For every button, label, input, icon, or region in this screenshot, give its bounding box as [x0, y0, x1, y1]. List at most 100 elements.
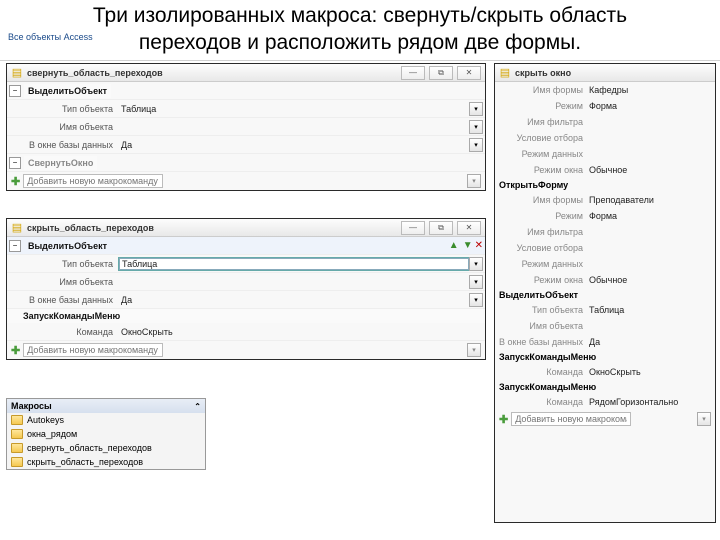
property-row: Режим окнаОбычное [495, 272, 715, 288]
field-label: Режим данных [497, 147, 589, 161]
property-row: Имя фильтра [495, 114, 715, 130]
macro-icon [11, 457, 23, 467]
minimize-button[interactable]: — [401, 66, 425, 80]
property-row: РежимФорма [495, 208, 715, 224]
dropdown-icon[interactable]: ▾ [469, 293, 483, 307]
add-input[interactable] [23, 174, 163, 188]
dropdown-icon[interactable]: ▾ [469, 275, 483, 289]
property-row: РежимФорма [495, 98, 715, 114]
field-value[interactable]: Форма [589, 209, 617, 223]
dropdown-icon[interactable]: ▾ [469, 257, 483, 271]
property-row: Имя фильтра [495, 224, 715, 240]
panel3-header[interactable]: ▤ скрыть окно [495, 64, 715, 82]
field-value[interactable]: Кафедры [589, 83, 628, 97]
add-command[interactable]: ✚▾ [7, 341, 485, 359]
panel3-title: скрыть окно [515, 68, 711, 78]
delete-icon[interactable]: ✕ [475, 240, 483, 251]
nav-item[interactable]: свернуть_область_переходов [7, 441, 205, 455]
close-button[interactable]: ✕ [457, 221, 481, 235]
field-value[interactable]: Таблица [589, 303, 624, 317]
nav-item-label: свернуть_область_переходов [27, 443, 152, 453]
property-row: Режим данных [495, 256, 715, 272]
field-value[interactable]: Таблица [119, 104, 469, 114]
move-up-icon[interactable]: ▲ [449, 240, 459, 251]
field-value[interactable]: РядомГоризонтально [589, 395, 678, 409]
field-label: В окне базы данных [9, 140, 119, 150]
field-label: Имя формы [497, 193, 589, 207]
macro-panel-2: ▤ скрыть_область_переходов — ⧉ ✕ − Выдел… [6, 218, 486, 360]
field-value[interactable]: Обычное [589, 273, 627, 287]
section-label: ЗапускКомандыМеню [7, 309, 485, 323]
macro-icon [11, 415, 23, 425]
field-label: Имя объекта [497, 319, 589, 333]
collapse-icon[interactable]: − [9, 85, 21, 97]
field-label: Имя фильтра [497, 225, 589, 239]
nav-item[interactable]: скрыть_область_переходов [7, 455, 205, 469]
panel1-title: свернуть_область_переходов [27, 68, 397, 78]
nav-pane-label: Все объекты Access [8, 32, 93, 42]
nav-item[interactable]: окна_рядом [7, 427, 205, 441]
dropdown-icon[interactable]: ▾ [467, 343, 481, 357]
section-row[interactable]: − ВыделитьОбъект [7, 82, 485, 100]
field-label: Тип объекта [9, 104, 119, 114]
field-label: В окне базы данных [497, 335, 589, 349]
panel2-header[interactable]: ▤ скрыть_область_переходов — ⧉ ✕ [7, 219, 485, 237]
section-row[interactable]: − ВыделитьОбъект ▲ ▼ ✕ [7, 237, 485, 255]
nav-panel: Макросы⌃ Autokeys окна_рядом свернуть_обла… [6, 398, 206, 470]
dropdown-icon[interactable]: ▾ [469, 102, 483, 116]
collapse-icon[interactable]: − [9, 157, 21, 169]
property-row: Имя формыПреподаватели [495, 192, 715, 208]
plus-icon: ✚ [11, 344, 20, 357]
page-title: Три изолированных макроса: свернуть/скры… [0, 0, 720, 59]
restore-button[interactable]: ⧉ [429, 221, 453, 235]
property-row: Тип объектаТаблица [495, 302, 715, 318]
panel2-title: скрыть_область_переходов [27, 223, 397, 233]
add-input[interactable] [511, 412, 631, 426]
nav-item[interactable]: Autokeys [7, 413, 205, 427]
macro-panel-3: ▤ скрыть окно Имя формыКафедрыРежимФорма… [494, 63, 716, 523]
restore-button[interactable]: ⧉ [429, 66, 453, 80]
field-value[interactable]: Да [119, 295, 469, 305]
collapse-icon[interactable]: − [9, 240, 21, 252]
add-command[interactable]: ✚▾ [495, 410, 715, 428]
field-value[interactable]: Да [119, 140, 469, 150]
field-value[interactable]: Преподаватели [589, 193, 654, 207]
macro-icon: ▤ [11, 67, 23, 79]
property-row: В окне базы данныхДа [495, 334, 715, 350]
close-button[interactable]: ✕ [457, 66, 481, 80]
minimize-button[interactable]: — [401, 221, 425, 235]
field-label: Имя объекта [9, 277, 119, 287]
field-label: Условие отбора [497, 131, 589, 145]
section-label: СвернутьОкно [24, 156, 97, 170]
add-input[interactable] [23, 343, 163, 357]
field-label: Режим окна [497, 273, 589, 287]
panel1-header[interactable]: ▤ свернуть_область_переходов — ⧉ ✕ [7, 64, 485, 82]
nav-header[interactable]: Макросы⌃ [7, 399, 205, 413]
property-row: Условие отбора [495, 240, 715, 256]
property-row: Условие отбора [495, 130, 715, 146]
dropdown-icon[interactable]: ▾ [469, 138, 483, 152]
section-label: ВыделитьОбъект [495, 288, 715, 302]
collapse-icon[interactable]: ⌃ [194, 402, 201, 411]
move-down-icon[interactable]: ▼ [463, 240, 473, 251]
section-label: ВыделитьОбъект [24, 84, 111, 98]
field-value[interactable]: Да [589, 335, 600, 349]
nav-item-label: Autokeys [27, 415, 64, 425]
section-label: ЗапускКомандыМеню [495, 380, 715, 394]
field-value[interactable]: Форма [589, 99, 617, 113]
dropdown-icon[interactable]: ▾ [467, 174, 481, 188]
field-value[interactable]: ОкноСкрыть [119, 327, 483, 337]
field-value[interactable]: ОкноСкрыть [589, 365, 641, 379]
field-label: Имя объекта [9, 122, 119, 132]
field-label: Команда [497, 395, 589, 409]
section-label: ЗапускКомандыМеню [495, 350, 715, 364]
property-row: Имя объекта [495, 318, 715, 334]
field-value[interactable]: Обычное [589, 163, 627, 177]
field-label: Команда [9, 327, 119, 337]
property-row: Режим данных [495, 146, 715, 162]
dropdown-icon[interactable]: ▾ [469, 120, 483, 134]
add-command[interactable]: ✚▾ [7, 172, 485, 190]
field-label: Имя фильтра [497, 115, 589, 129]
dropdown-icon[interactable]: ▾ [697, 412, 711, 426]
field-value[interactable]: Таблица [119, 258, 469, 270]
